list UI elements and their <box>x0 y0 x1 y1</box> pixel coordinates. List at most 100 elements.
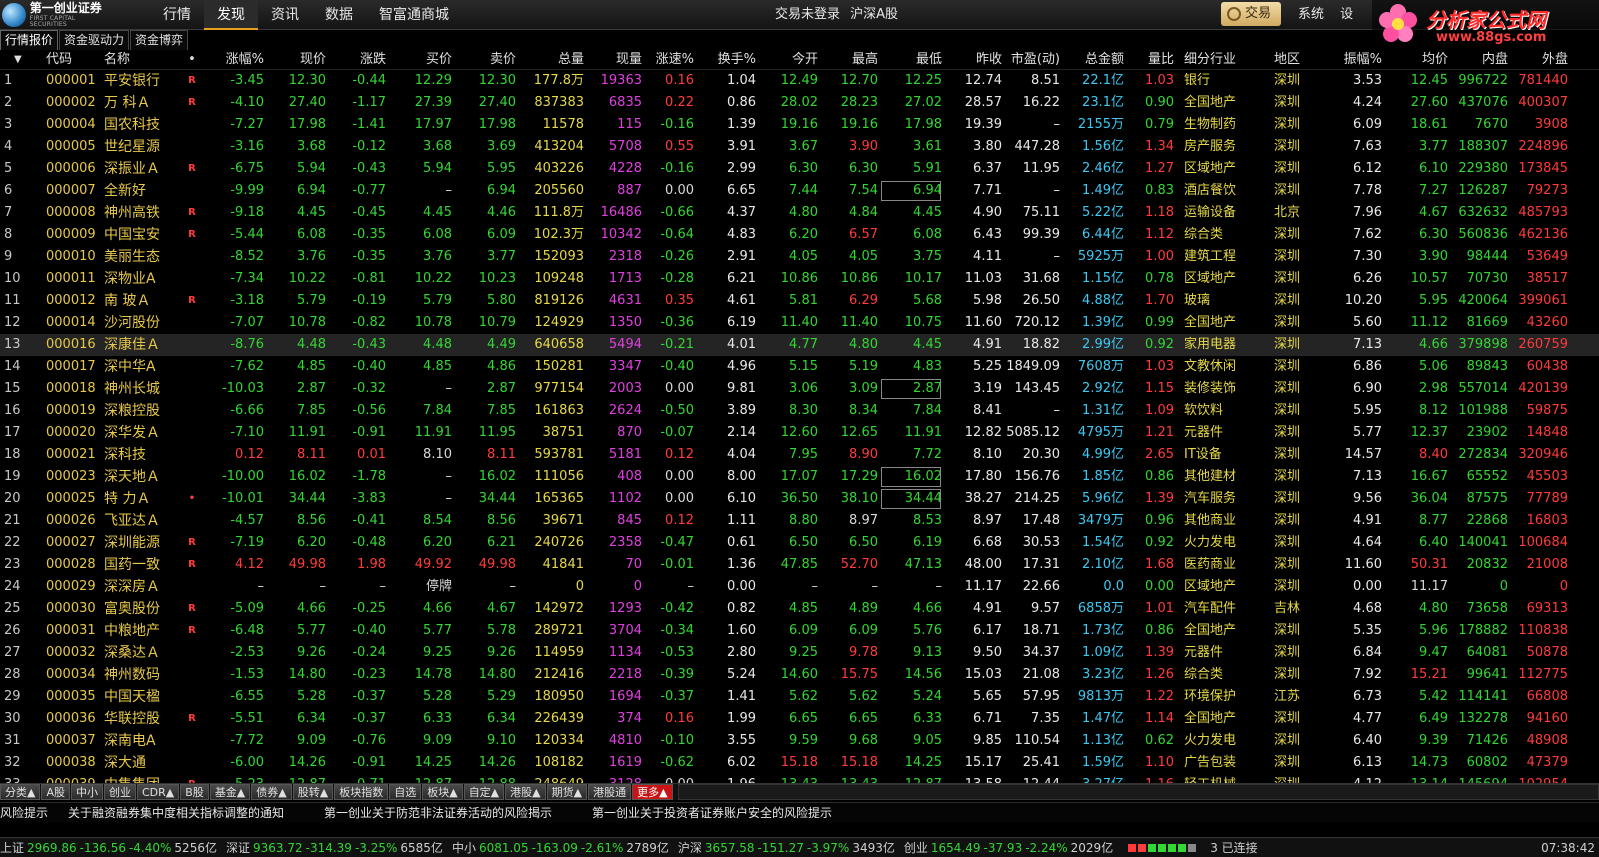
index-summary[interactable]: 中小 6081.05 -163.09 -2.61% 2789亿 <box>452 839 672 856</box>
nav-item[interactable]: 资讯 <box>258 0 312 30</box>
nav-item[interactable]: 行情 <box>150 0 204 30</box>
tab-capital-game[interactable]: 资金博弈 <box>130 30 189 50</box>
table-cell[interactable]: 深桑达Ａ <box>104 642 184 664</box>
table-cell[interactable]: 神州高铁 <box>104 202 184 224</box>
table-cell[interactable]: 000026 <box>46 510 102 532</box>
column-header[interactable]: 振幅% <box>1330 50 1382 70</box>
table-cell[interactable]: 000035 <box>46 686 102 708</box>
column-header[interactable]: 内盘 <box>1452 50 1508 70</box>
table-row[interactable]: 10 000011 深物业A -7.34 10.22 -0.81 10.22 10.23 109… <box>0 268 1599 290</box>
table-row[interactable]: 27 000032 深桑达Ａ -2.53 9.26 -0.24 9.25 9.26 114959… <box>0 642 1599 664</box>
table-cell[interactable]: 000034 <box>46 664 102 686</box>
table-cell[interactable]: 000014 <box>46 312 102 334</box>
nav-item[interactable]: 发现 <box>204 0 258 30</box>
trade-button[interactable]: 交易 <box>1221 2 1281 26</box>
market-tab[interactable]: 港股通 <box>588 784 632 800</box>
table-row[interactable]: 23 000028 国药一致 R 4.12 49.98 1.98 49.92 49.98 4184… <box>0 554 1599 576</box>
table-cell[interactable]: 000020 <box>46 422 102 444</box>
table-cell[interactable]: 000016 <box>46 334 102 356</box>
table-cell[interactable]: 000008 <box>46 202 102 224</box>
market-tab[interactable]: 中小 <box>71 784 103 800</box>
table-row[interactable]: 6 000007 全新好 -9.99 6.94 -0.77 – 6.94 205560 887 0.… <box>0 180 1599 202</box>
column-header[interactable]: 买价 <box>390 50 452 70</box>
table-cell[interactable]: 世纪星源 <box>104 136 184 158</box>
table-cell[interactable]: 美丽生态 <box>104 246 184 268</box>
table-cell[interactable]: 000036 <box>46 708 102 730</box>
table-cell[interactable]: 深南电A <box>104 730 184 752</box>
broker-logo[interactable]: 第一创业证券 FIRST CAPITAL SECURITIES <box>2 2 114 27</box>
market-tab[interactable]: 板块▲ <box>422 784 463 800</box>
column-header[interactable]: 最高 <box>820 50 878 70</box>
column-header[interactable]: 今开 <box>758 50 818 70</box>
table-cell[interactable]: 深圳能源 <box>104 532 184 554</box>
table-row[interactable]: 26 000031 中粮地产 R -6.48 5.77 -0.40 5.77 5.78 28972… <box>0 620 1599 642</box>
table-cell[interactable]: 富奥股份 <box>104 598 184 620</box>
nav-item[interactable]: 智富通商城 <box>366 0 462 30</box>
table-cell[interactable]: 000012 <box>46 290 102 312</box>
table-cell[interactable]: 神州长城 <box>104 378 184 400</box>
market-tab[interactable]: 自选 <box>389 784 422 800</box>
table-row[interactable]: 20 000025 特 力Ａ • -10.01 34.44 -3.83 – 34.44 16536… <box>0 488 1599 510</box>
market-tab[interactable]: 港股▲ <box>505 784 546 800</box>
table-cell[interactable]: 000031 <box>46 620 102 642</box>
table-cell[interactable]: 飞亚达Ａ <box>104 510 184 532</box>
market-tab[interactable]: 分类▲ <box>0 784 41 800</box>
table-cell[interactable]: 深华发Ａ <box>104 422 184 444</box>
market-tab[interactable]: 期货▲ <box>546 784 588 800</box>
news-item[interactable]: 关于融资融券集中度相关指标调整的通知 <box>68 804 284 821</box>
market-tab[interactable]: 债券▲ <box>251 784 292 800</box>
table-cell[interactable]: 000001 <box>46 70 102 92</box>
table-row[interactable]: 14 000017 深中华A -7.62 4.85 -0.40 4.85 4.86 150281… <box>0 356 1599 378</box>
table-cell[interactable]: 深深房Ａ <box>104 576 184 598</box>
table-cell[interactable]: 000004 <box>46 114 102 136</box>
table-cell[interactable]: 深康佳Ａ <box>104 334 184 356</box>
market-tab[interactable]: CDR▲ <box>137 784 180 800</box>
column-header[interactable]: 涨跌 <box>328 50 386 70</box>
column-header[interactable]: 地区 <box>1274 50 1314 70</box>
table-cell[interactable]: 深物业A <box>104 268 184 290</box>
table-cell[interactable]: 中粮地产 <box>104 620 184 642</box>
table-cell[interactable]: 000007 <box>46 180 102 202</box>
table-cell[interactable]: 000029 <box>46 576 102 598</box>
column-header[interactable]: 卖价 <box>454 50 516 70</box>
table-cell[interactable]: 万 科Ａ <box>104 92 184 114</box>
news-item[interactable]: 第一创业关于投资者证券账户安全的风险提示 <box>592 804 832 821</box>
column-header[interactable]: 总量 <box>518 50 584 70</box>
table-cell[interactable]: 000023 <box>46 466 102 488</box>
index-summary[interactable]: 沪深 3657.58 -151.27 -3.97% 3493亿 <box>678 839 898 856</box>
market-tab[interactable]: 股转▲ <box>292 784 334 800</box>
market-tab[interactable]: 创业 <box>104 784 136 800</box>
table-cell[interactable]: 全新好 <box>104 180 184 202</box>
table-cell[interactable]: 深粮控股 <box>104 400 184 422</box>
table-cell[interactable]: 深中华A <box>104 356 184 378</box>
table-row[interactable]: 13 000016 深康佳Ａ -8.76 4.48 -0.43 4.48 4.49 640658… <box>0 334 1599 356</box>
table-cell[interactable]: 000006 <box>46 158 102 180</box>
settings-menu-item[interactable]: 设 <box>1340 7 1353 22</box>
tab-capital-drive[interactable]: 资金驱动力 <box>59 30 130 50</box>
table-row[interactable]: 7 000008 神州高铁 R -9.18 4.45 -0.45 4.45 4.46 111.8万… <box>0 202 1599 224</box>
table-row[interactable]: 5 000006 深振业Ａ R -6.75 5.94 -0.43 5.94 5.95 403226… <box>0 158 1599 180</box>
system-menu-item[interactable]: 系统 <box>1298 7 1324 22</box>
table-cell[interactable]: 深振业Ａ <box>104 158 184 180</box>
table-row[interactable]: 11 000012 南 玻Ａ R -3.18 5.79 -0.19 5.79 5.80 81912… <box>0 290 1599 312</box>
table-row[interactable]: 21 000026 飞亚达Ａ -4.57 8.56 -0.41 8.54 8.56 39671 8… <box>0 510 1599 532</box>
column-header[interactable]: 均价 <box>1390 50 1448 70</box>
table-cell[interactable]: 000002 <box>46 92 102 114</box>
column-header[interactable]: • <box>186 50 198 70</box>
column-header[interactable]: 市盈(动) <box>1004 50 1060 70</box>
table-cell[interactable]: 深科技 <box>104 444 184 466</box>
table-row[interactable]: 9 000010 美丽生态 -8.52 3.76 -0.35 3.76 3.77 152093 2… <box>0 246 1599 268</box>
table-cell[interactable]: 000009 <box>46 224 102 246</box>
table-row[interactable]: 16 000019 深粮控股 -6.66 7.85 -0.56 7.84 7.85 161863… <box>0 400 1599 422</box>
column-header[interactable]: 现量 <box>586 50 642 70</box>
table-cell[interactable]: 南 玻Ａ <box>104 290 184 312</box>
news-item[interactable]: 第一创业关于防范非法证券活动的风险揭示 <box>324 804 552 821</box>
column-header[interactable]: 涨速% <box>644 50 694 70</box>
column-header[interactable]: 外盘 <box>1512 50 1568 70</box>
column-header[interactable]: 昨收 <box>944 50 1002 70</box>
market-tab[interactable]: 板块指数 <box>334 784 389 800</box>
table-cell[interactable]: 中国宝安 <box>104 224 184 246</box>
table-cell[interactable]: 中国天楹 <box>104 686 184 708</box>
table-cell[interactable]: 000021 <box>46 444 102 466</box>
table-row[interactable]: 2 000002 万 科Ａ R -4.10 27.40 -1.17 27.39 27.40 837… <box>0 92 1599 114</box>
